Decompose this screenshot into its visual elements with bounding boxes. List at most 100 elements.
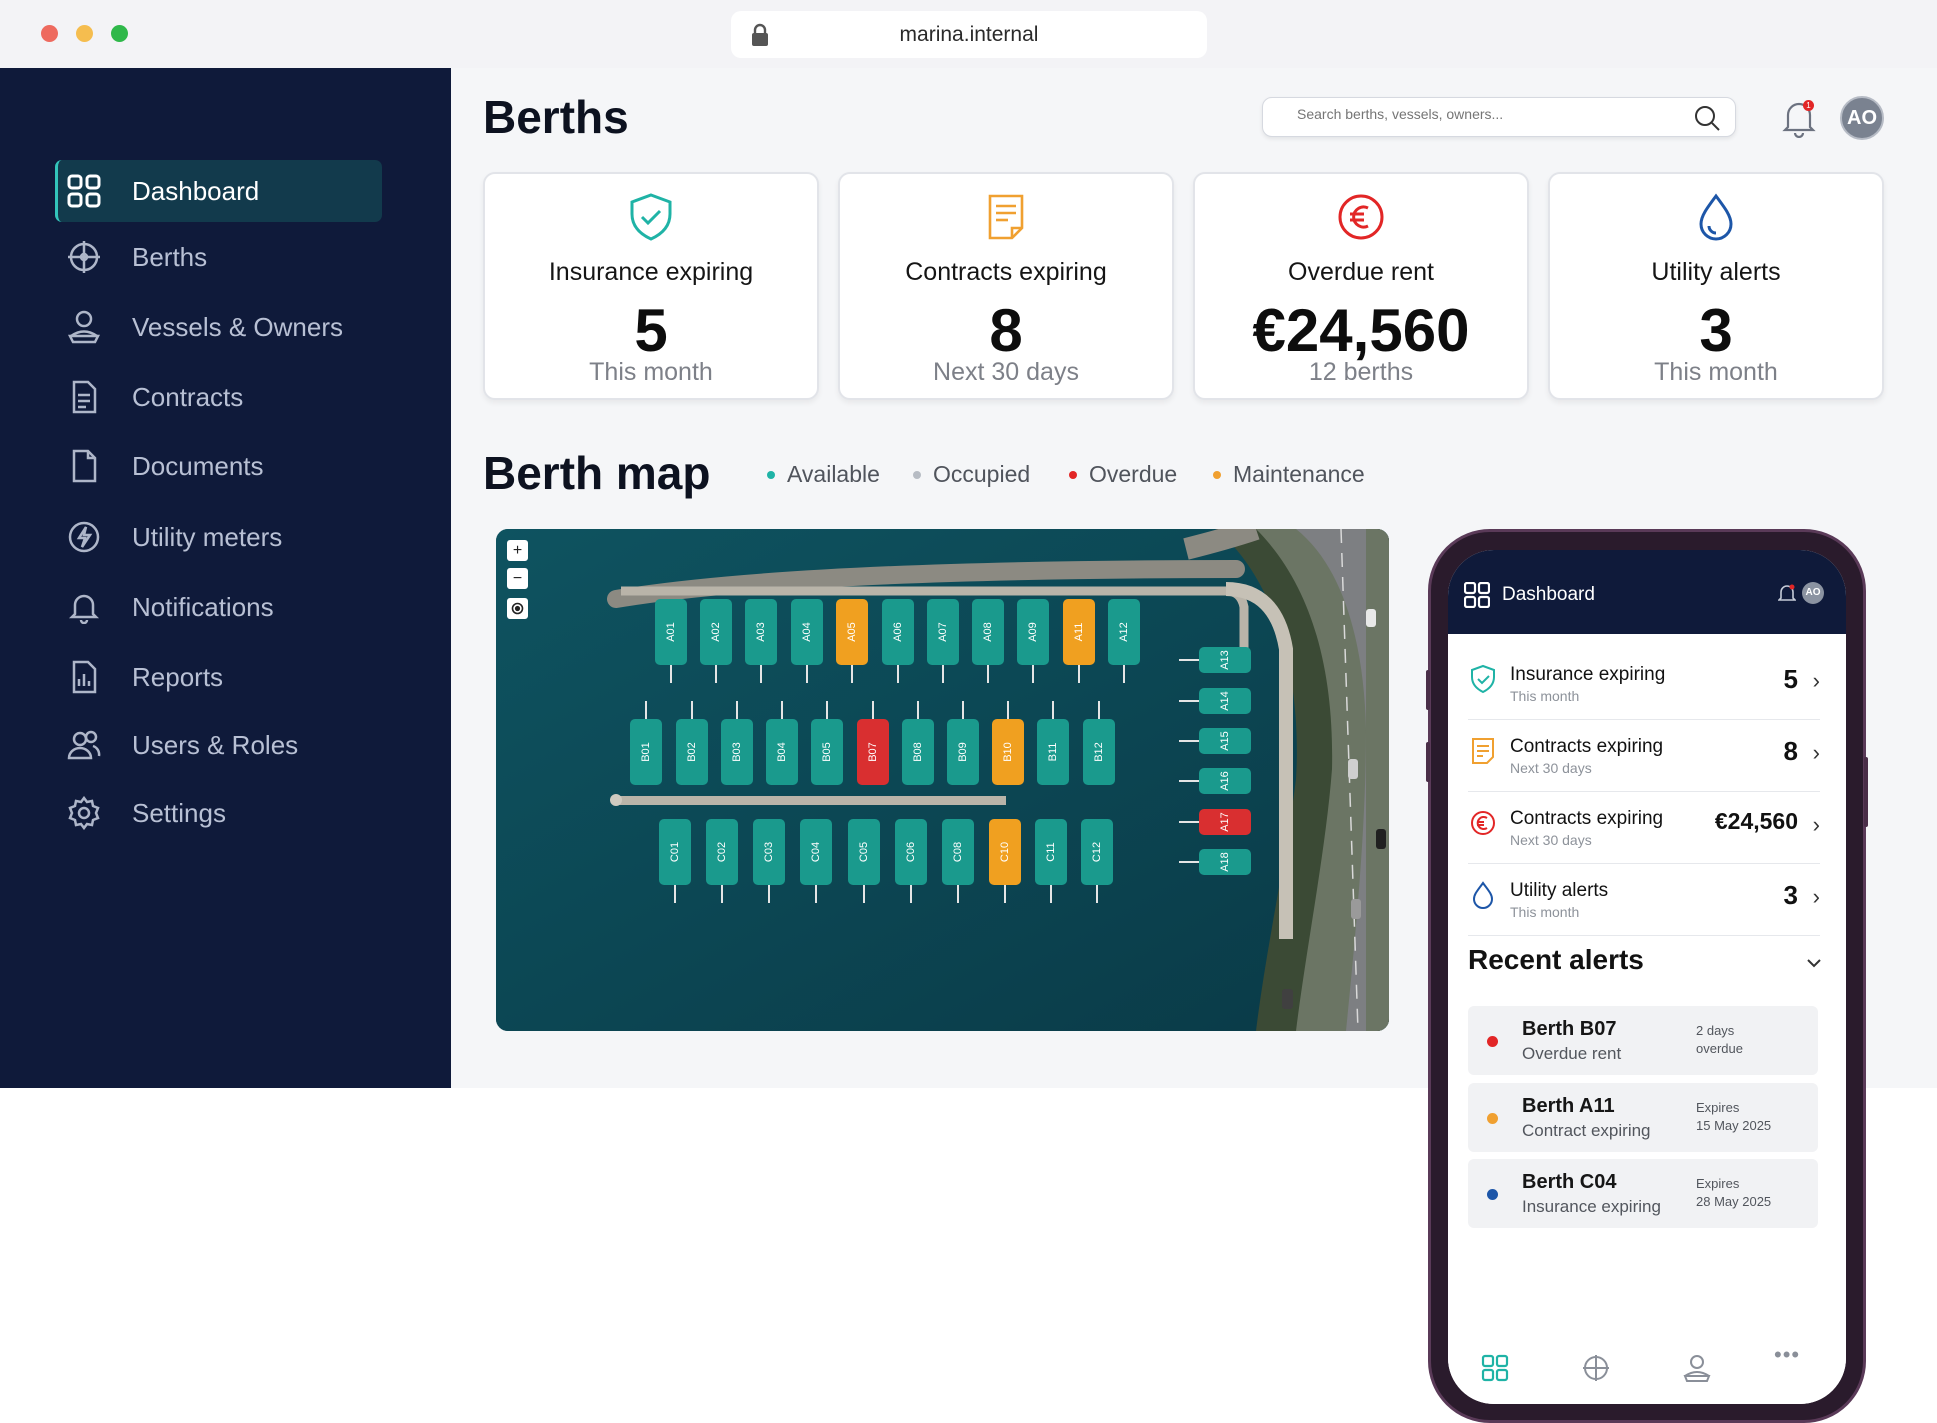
alert-item-c04[interactable]: Berth C04 Insurance expiring Expires 28 … <box>1468 1159 1818 1228</box>
berth-slip-label: A03 <box>755 622 767 642</box>
legend-occupied: Occupied <box>913 461 1030 488</box>
berth-slip-label: C08 <box>952 842 964 862</box>
contracts-expiring-card[interactable]: Contracts expiring 8 Next 30 days <box>838 172 1174 400</box>
chevron-down-icon[interactable] <box>1806 958 1822 968</box>
berth-slip-label: C05 <box>858 842 870 862</box>
berth-slip-label: B11 <box>1047 743 1059 762</box>
minimize-window-button[interactable] <box>76 25 93 42</box>
contract-icon <box>1472 738 1494 764</box>
card-subtext: This month <box>1654 358 1778 386</box>
berth-slip-label: A06 <box>892 622 904 642</box>
berth-slip-label: A16 <box>1219 771 1231 791</box>
sidebar-item-dashboard[interactable]: Dashboard <box>55 160 382 222</box>
phone-avatar[interactable]: AO <box>1802 582 1824 604</box>
berth-slip-label: C11 <box>1045 842 1057 861</box>
phone-row-subtext: Next 30 days <box>1510 760 1592 776</box>
sidebar-item-utility-meters[interactable]: Utility meters <box>55 506 382 568</box>
berth-slip-label: C02 <box>716 842 728 862</box>
phone-row-label: Utility alerts <box>1510 880 1609 901</box>
berth-slip-label: A11 <box>1073 623 1085 642</box>
legend-maintenance: Maintenance <box>1213 461 1365 488</box>
water-drop-icon <box>1472 881 1494 909</box>
berth-slip-label: C01 <box>669 842 681 862</box>
sidebar-item-contracts[interactable]: Contracts <box>55 366 382 428</box>
phone-row-value: 3 <box>1783 880 1798 910</box>
alert-subtext: Insurance expiring <box>1522 1197 1661 1216</box>
chevron-right-icon: › <box>1812 740 1820 765</box>
phone-row-label: Contracts expiring <box>1510 808 1664 829</box>
legend-dot <box>1069 470 1077 479</box>
grid-icon[interactable] <box>1481 1354 1509 1382</box>
alert-title: Berth B07 <box>1522 1018 1617 1040</box>
avatar[interactable]: AO <box>1840 96 1884 140</box>
locate-button[interactable] <box>507 598 528 619</box>
zoom-in-button[interactable]: + <box>507 540 528 561</box>
phone-row-utility[interactable]: Utility alerts This month 3 › <box>1468 850 1820 936</box>
phone-row-value: 8 <box>1783 736 1798 766</box>
maximize-window-button[interactable] <box>111 25 128 42</box>
card-label: Contracts expiring <box>905 258 1107 286</box>
berth-slip-label: B03 <box>731 742 743 762</box>
berth-slip-label: A14 <box>1219 691 1231 711</box>
car <box>1351 899 1361 919</box>
berth-slip-label: B10 <box>1002 742 1014 762</box>
berth-slip-label: B12 <box>1093 742 1105 762</box>
app-window: Dashboard Berths Vessels & Owners Contra… <box>0 68 1937 1423</box>
insurance-expiring-card[interactable]: Insurance expiring 5 This month <box>483 172 819 400</box>
notification-badge: 1 <box>1803 100 1814 111</box>
berth-map-canvas: A01 A02 A03 A04 A05 A06 A07 A08 A09 A11 A12 A13 A14 A… <box>496 529 1389 1031</box>
captain-icon[interactable] <box>1683 1354 1711 1382</box>
chevron-right-icon: › <box>1812 812 1820 837</box>
sidebar-item-label: Users & Roles <box>132 729 299 760</box>
sidebar-item-label: Dashboard <box>132 175 260 206</box>
overdue-rent-card[interactable]: Overdue rent €24,560 12 berths <box>1193 172 1529 400</box>
alert-meta: 2 days <box>1696 1023 1735 1038</box>
sidebar-item-documents[interactable]: Documents <box>55 435 382 497</box>
grid-icon[interactable] <box>1464 582 1490 608</box>
sidebar-item-label: Vessels & Owners <box>132 311 343 342</box>
water-drop-icon <box>1699 193 1733 241</box>
alert-meta: 15 May 2025 <box>1696 1118 1772 1133</box>
search-icon[interactable] <box>1693 104 1721 132</box>
sidebar-item-users-roles[interactable]: Users & Roles <box>55 714 382 776</box>
page-title: Berths <box>483 91 629 143</box>
berth-slip-label: A18 <box>1219 852 1231 872</box>
berth-slip-label: B04 <box>776 742 788 762</box>
zoom-out-button[interactable]: − <box>507 568 528 589</box>
alert-item-b07[interactable]: Berth B07 Overdue rent 2 days overdue <box>1468 1006 1818 1075</box>
more-icon[interactable]: ••• <box>1774 1342 1800 1368</box>
phone-row-value: €24,560 <box>1714 808 1798 834</box>
crosshair-icon[interactable] <box>1582 1354 1610 1382</box>
address-bar[interactable]: marina.internal <box>731 11 1207 58</box>
phone-row-label: Insurance expiring <box>1510 664 1666 685</box>
phone-header: Dashboard AO <box>1448 550 1846 634</box>
sidebar-item-vessels-owners[interactable]: Vessels & Owners <box>55 296 382 358</box>
berth-slip-label: B09 <box>957 742 969 762</box>
berth-slip-label: A02 <box>710 622 722 642</box>
target-icon <box>511 602 524 615</box>
berth-map[interactable]: A01 A02 A03 A04 A05 A06 A07 A08 A09 A11 A12 A13 A14 A… <box>496 529 1389 1031</box>
contract-icon <box>988 194 1024 240</box>
phone-mockup: Dashboard AO Insurance expiring This mon… <box>1426 529 1868 1423</box>
sidebar-item-settings[interactable]: Settings <box>55 782 382 844</box>
card-label: Utility alerts <box>1651 258 1781 286</box>
card-subtext: Next 30 days <box>933 358 1079 386</box>
euro-icon <box>1338 194 1384 240</box>
search-box[interactable] <box>1262 97 1736 137</box>
berth-slip-label: C04 <box>810 842 822 862</box>
sidebar-item-reports[interactable]: Reports <box>55 646 382 708</box>
berth-slip-label: A05 <box>846 622 858 642</box>
close-window-button[interactable] <box>41 25 58 42</box>
search-input[interactable] <box>1297 106 1677 122</box>
legend-label: Maintenance <box>1233 461 1365 487</box>
legend-label: Overdue <box>1089 461 1178 487</box>
berth-slip-label: C06 <box>905 842 917 862</box>
sidebar-item-notifications[interactable]: Notifications <box>55 576 382 638</box>
bell-icon[interactable] <box>1778 584 1796 604</box>
utility-alerts-card[interactable]: Utility alerts 3 This month <box>1548 172 1884 400</box>
alert-item-a11[interactable]: Berth A11 Contract expiring Expires 15 M… <box>1468 1083 1818 1152</box>
sidebar-item-berths[interactable]: Berths <box>55 226 382 288</box>
card-value: €24,560 <box>1252 297 1470 364</box>
notifications-button[interactable]: 1 <box>1781 98 1817 139</box>
berth-slip-label: A08 <box>982 622 994 642</box>
